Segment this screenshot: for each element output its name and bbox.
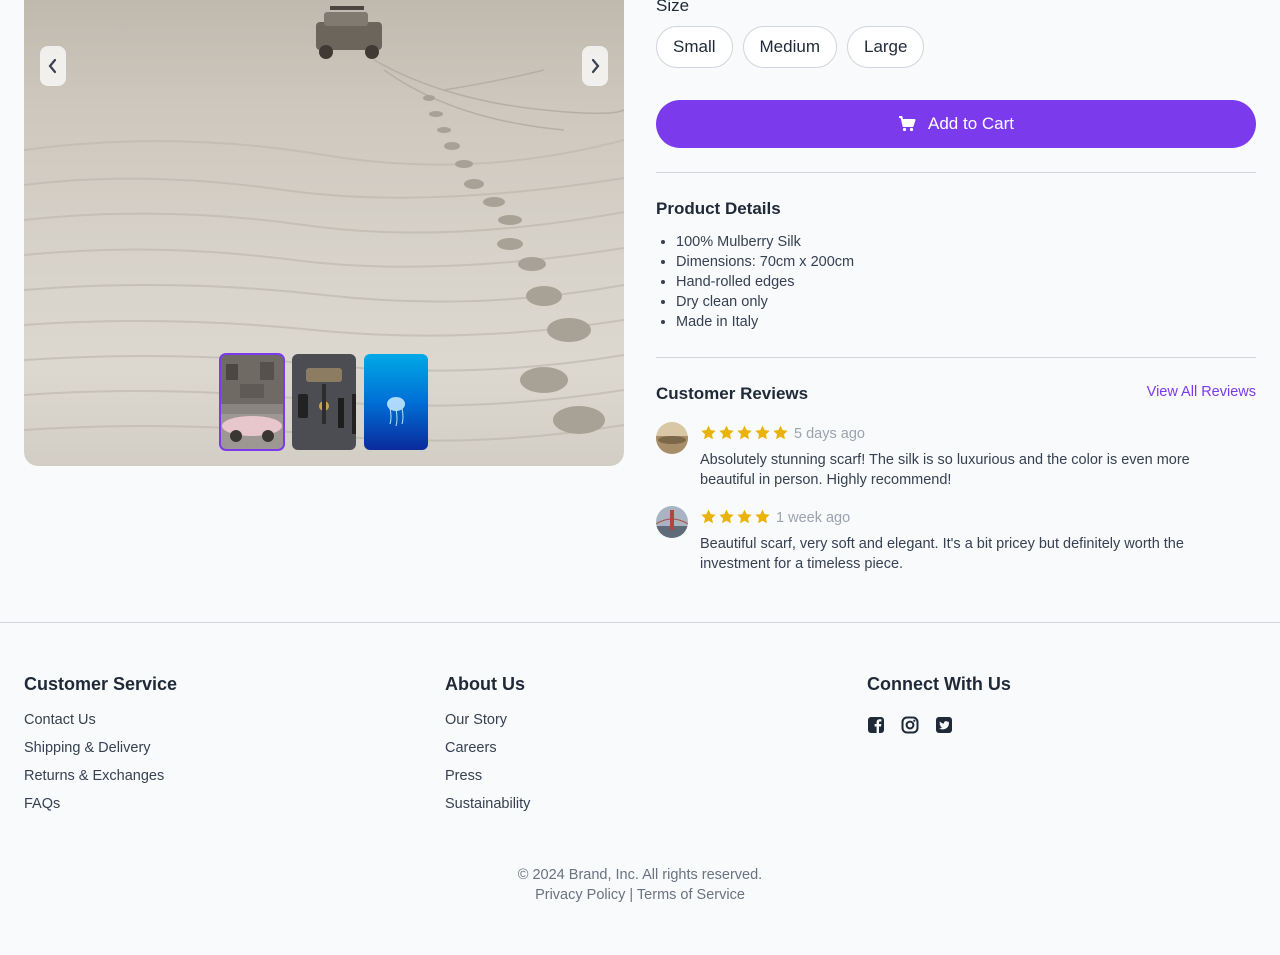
footer-about-us: About Us Our Story Careers Press Sustain…: [445, 674, 530, 818]
star-icon: [718, 508, 735, 530]
star-icon: [718, 424, 735, 446]
detail-item: 100% Mulberry Silk: [676, 232, 854, 252]
star-icon: [700, 508, 717, 530]
cart-icon: [899, 116, 916, 132]
copyright-text: © 2024 Brand, Inc. All rights reserved.: [517, 867, 763, 883]
product-image-gallery: [24, 0, 624, 466]
thumbnail-strip: [219, 353, 428, 451]
footer-link-sustainability[interactable]: Sustainability: [445, 790, 530, 818]
review-date: 5 days ago: [794, 426, 865, 442]
footer-link-contact-us[interactable]: Contact Us: [24, 706, 177, 734]
star-rating: [700, 424, 789, 446]
add-to-cart-label: Add to Cart: [928, 114, 1014, 133]
customer-reviews-title: Customer Reviews: [656, 384, 809, 403]
social-links: [867, 716, 1011, 736]
detail-item: Made in Italy: [676, 312, 854, 332]
size-option-large[interactable]: Large: [846, 26, 925, 68]
detail-item: Hand-rolled edges: [676, 272, 854, 292]
footer-link-our-story[interactable]: Our Story: [445, 706, 530, 734]
detail-item: Dimensions: 70cm x 200cm: [676, 252, 854, 272]
terms-of-service-link[interactable]: Terms of Service: [637, 887, 745, 903]
size-options: Small Medium Large: [656, 26, 925, 68]
divider: [656, 357, 1256, 358]
star-icon: [754, 424, 771, 446]
facebook-icon[interactable]: [867, 716, 887, 736]
footer-link-returns[interactable]: Returns & Exchanges: [24, 762, 177, 790]
footer-link-shipping[interactable]: Shipping & Delivery: [24, 734, 177, 762]
footer-heading: About Us: [445, 674, 525, 694]
review-text: Absolutely stunning scarf! The silk is s…: [700, 452, 1190, 488]
size-label: Size: [656, 0, 690, 15]
size-option-small[interactable]: Small: [656, 26, 733, 68]
view-all-reviews-link[interactable]: View All Reviews: [1147, 384, 1256, 400]
star-icon: [754, 508, 771, 530]
review-date: 1 week ago: [776, 510, 851, 526]
thumbnail-accessories-flatlay[interactable]: [292, 354, 356, 450]
divider: [656, 172, 1256, 173]
star-icon: [772, 424, 789, 446]
footer-link-press[interactable]: Press: [445, 762, 530, 790]
avatar: [656, 422, 688, 454]
legal-links: Privacy Policy | Terms of Service: [0, 887, 1280, 903]
chevron-left-icon: [48, 58, 57, 74]
next-image-button[interactable]: [582, 46, 608, 86]
footer-link-faqs[interactable]: FAQs: [24, 790, 177, 818]
twitter-icon[interactable]: [935, 716, 955, 736]
thumbnail-old-car-street[interactable]: [219, 353, 285, 451]
star-icon: [736, 424, 753, 446]
size-option-medium[interactable]: Medium: [742, 26, 837, 68]
privacy-policy-link[interactable]: Privacy Policy: [535, 887, 625, 903]
footer-connect: Connect With Us: [867, 674, 1011, 736]
star-icon: [700, 424, 717, 446]
footer-heading: Customer Service: [24, 674, 178, 694]
chevron-right-icon: [591, 58, 600, 74]
footer-link-careers[interactable]: Careers: [445, 734, 530, 762]
legal-separator: |: [629, 887, 634, 903]
avatar: [656, 506, 688, 538]
thumbnail-jellyfish-underwater[interactable]: [364, 354, 428, 450]
footer-divider: [0, 622, 1280, 623]
previous-image-button[interactable]: [40, 46, 66, 86]
review-text: Beautiful scarf, very soft and elegant. …: [700, 536, 1184, 572]
instagram-icon[interactable]: [901, 716, 921, 736]
detail-item: Dry clean only: [676, 292, 854, 312]
product-details-list: 100% Mulberry Silk Dimensions: 70cm x 20…: [676, 232, 854, 332]
star-icon: [736, 508, 753, 530]
add-to-cart-button[interactable]: Add to Cart: [656, 100, 1256, 148]
footer-customer-service: Customer Service Contact Us Shipping & D…: [24, 674, 177, 818]
footer-heading: Connect With Us: [867, 674, 1011, 694]
product-details-title: Product Details: [656, 199, 781, 218]
star-rating: [700, 508, 771, 530]
